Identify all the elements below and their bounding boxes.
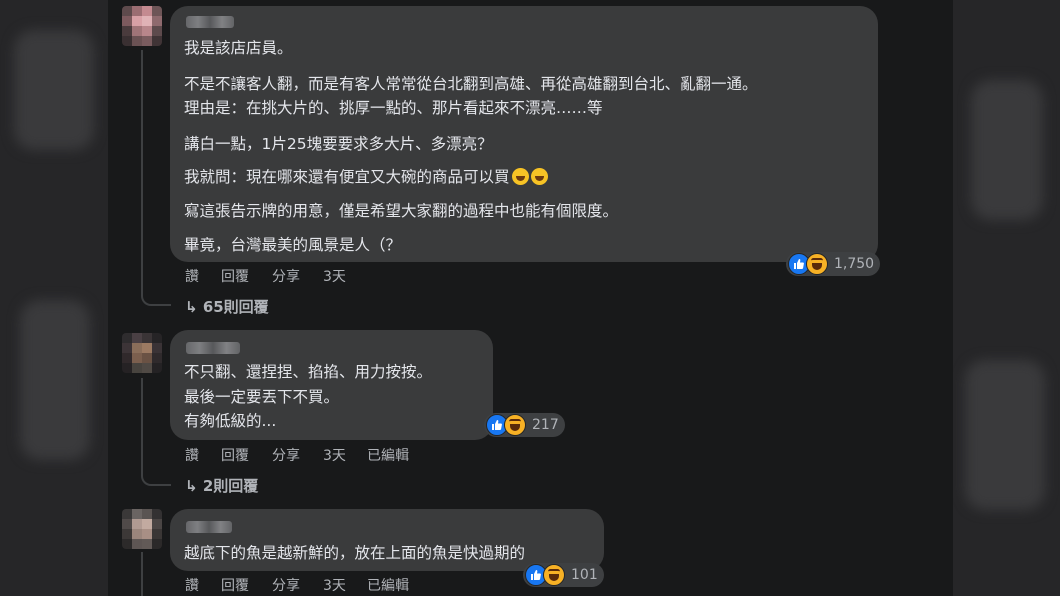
avatar[interactable] <box>122 6 162 46</box>
view-replies-link[interactable]: ↳ 65則回覆 <box>185 296 269 317</box>
comment-text: 寫這張告示牌的用意，僅是希望大家翻的過程中也能有個限度。 <box>184 202 619 220</box>
comment-text: 畢竟，台灣最美的風景是人（？ <box>184 236 402 254</box>
avatar[interactable] <box>122 509 162 549</box>
blurred-right-background <box>953 0 1060 596</box>
comments-panel: 我是該店店員。 不是不讓客人翻，而是有客人常常從台北翻到高雄、再從高雄翻到台北、… <box>108 0 953 596</box>
thread-line <box>141 470 171 486</box>
timestamp[interactable]: 3天 <box>323 445 346 465</box>
comment-text: 有夠低級的... <box>184 412 277 430</box>
thread-line <box>141 290 171 306</box>
share-button[interactable]: 分享 <box>272 445 300 465</box>
blur-shape <box>14 30 94 150</box>
haha-icon <box>504 414 526 436</box>
like-button[interactable]: 讚 <box>185 266 199 286</box>
reaction-count: 101 <box>571 567 598 583</box>
blur-shape <box>20 300 90 460</box>
comment-text: 不是不讓客人翻，而是有客人常常從台北翻到高雄、再從高雄翻到台北、亂翻一通。 <box>184 75 758 93</box>
reaction-summary[interactable]: 217 <box>484 413 565 437</box>
blurred-left-background <box>0 0 108 596</box>
timestamp[interactable]: 3天 <box>323 266 346 286</box>
comment-text: 最後一定要丟下不買。 <box>184 388 340 406</box>
comment-bubble: 我是該店店員。 不是不讓客人翻，而是有客人常常從台北翻到高雄、再從高雄翻到台北、… <box>170 6 878 262</box>
reaction-count: 1,750 <box>834 256 875 272</box>
edited-label: 已編輯 <box>367 448 409 464</box>
comment-text-with-emoji: 我就問：現在哪來還有便宜又大碗的商品可以買 <box>184 165 548 187</box>
view-replies-link[interactable]: ↳ 2則回覆 <box>185 475 258 496</box>
reply-button[interactable]: 回覆 <box>221 445 249 465</box>
commenter-name[interactable] <box>186 521 232 533</box>
comment-bubble: 越底下的魚是越新鮮的，放在上面的魚是快過期的 <box>170 509 604 571</box>
reply-button[interactable]: 回覆 <box>221 575 249 595</box>
reply-arrow-icon: ↳ <box>185 477 198 495</box>
reaction-summary[interactable]: 101 <box>523 563 604 587</box>
replies-count: 65則回覆 <box>202 298 269 316</box>
reaction-count: 217 <box>532 417 559 433</box>
reply-button[interactable]: 回覆 <box>221 266 249 286</box>
commenter-name[interactable] <box>186 16 234 28</box>
thread-line <box>141 50 143 290</box>
share-button[interactable]: 分享 <box>272 266 300 286</box>
thread-line <box>141 378 143 470</box>
share-button[interactable]: 分享 <box>272 575 300 595</box>
comment-actions: 讚 回覆 分享 3天 已編輯 <box>185 445 445 465</box>
comment-text: 我就問：現在哪來還有便宜又大碗的商品可以買 <box>184 168 510 186</box>
avatar[interactable] <box>122 333 162 373</box>
comment-actions: 讚 回覆 分享 3天 已編輯 <box>185 575 445 595</box>
grinning-sweat-emoji <box>511 168 529 185</box>
comment-text: 不只翻、還捏捏、掐掐、用力按按。 <box>184 363 433 381</box>
reaction-summary[interactable]: 1,750 <box>786 252 881 276</box>
like-button[interactable]: 讚 <box>185 445 199 465</box>
comment-bubble: 不只翻、還捏捏、掐掐、用力按按。 最後一定要丟下不買。 有夠低級的... <box>170 330 493 440</box>
grinning-sweat-emoji <box>530 168 548 185</box>
haha-icon <box>806 253 828 275</box>
thread-line <box>141 552 143 596</box>
comment-actions: 讚 回覆 分享 3天 <box>185 266 385 286</box>
comment-text: 講白一點，1片25塊要要求多大片、多漂亮？ <box>184 135 493 153</box>
edited-label: 已編輯 <box>367 578 409 594</box>
commenter-name[interactable] <box>186 342 240 354</box>
replies-count: 2則回覆 <box>202 477 259 495</box>
timestamp[interactable]: 3天 <box>323 575 346 595</box>
blur-shape <box>971 80 1043 220</box>
comment-text: 越底下的魚是越新鮮的，放在上面的魚是快過期的 <box>184 544 526 562</box>
like-button[interactable]: 讚 <box>185 575 199 595</box>
comment-text: 理由是：在挑大片的、挑厚一點的、那片看起來不漂亮……等 <box>184 99 603 117</box>
blur-shape <box>965 360 1045 510</box>
haha-icon <box>543 564 565 586</box>
reply-arrow-icon: ↳ <box>185 298 198 316</box>
comment-text: 我是該店店員。 <box>184 39 293 57</box>
